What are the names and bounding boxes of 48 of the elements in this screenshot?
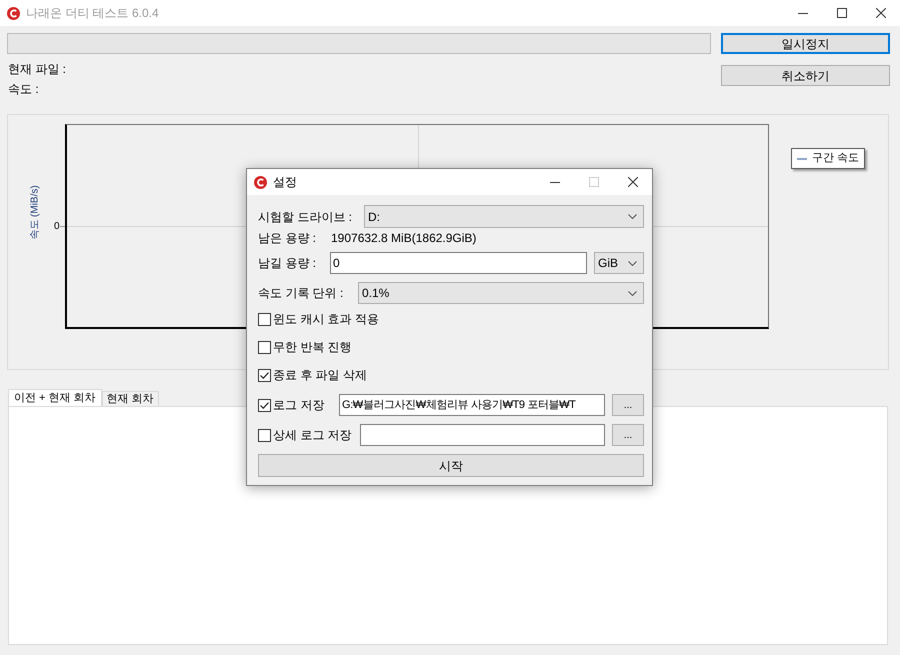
checkbox[interactable] [258,340,271,354]
close-icon [876,8,886,18]
checkbox[interactable] [258,368,271,382]
path-input-field[interactable] [360,424,605,446]
legend-label: 구간 속도 [812,151,860,166]
checkbox-label[interactable]: 상세 로그 저장 [273,426,352,444]
chevron-down-icon [628,290,637,296]
pause-button[interactable]: 일시정지 [721,33,890,54]
y-tick-mark [60,226,65,227]
field-label: 남은 용량 : [258,230,318,247]
status-label: 현재 파일 : [7,61,66,78]
cancel-button[interactable]: 취소하기 [721,65,890,86]
start-button[interactable]: 시작 [258,454,644,477]
tab[interactable]: 이전 + 현재 회차 [8,389,102,406]
field-label: 남길 용량 : [258,255,318,272]
drive-select[interactable]: D: [364,205,644,228]
checkbox-label[interactable]: 무한 반복 진행 [273,338,352,356]
minimize-icon [798,12,808,14]
y-axis-label: 속도 (MiB/s) [28,185,42,240]
checkbox-label[interactable]: 윈도 캐시 효과 적용 [273,310,380,328]
close-icon [628,177,638,187]
checkbox[interactable] [258,312,271,326]
unit-select[interactable]: GiB [594,252,644,274]
chevron-down-icon [628,260,637,266]
checkbox[interactable] [258,398,271,412]
maximize-icon [836,8,846,18]
checkbox[interactable] [258,428,271,442]
chevron-down-icon [628,214,637,219]
checkbox-label[interactable]: 로그 저장 [273,396,324,414]
checkmark-icon [260,372,269,378]
dialog-title: 설정 [273,174,297,191]
browse-button[interactable]: ... [612,424,644,446]
maximize-icon [588,177,598,187]
status-label: 속도 : [7,81,39,98]
browse-button[interactable]: ... [612,394,644,416]
path-input-field[interactable]: G:₩블러그사진₩체험리뷰 사용기₩T9 포터블₩T [339,394,605,416]
tab[interactable]: 현재 회차 [102,391,159,406]
checkmark-icon [260,402,269,408]
app-logo-icon [7,6,20,20]
input-field[interactable]: 0 [330,252,587,274]
free-space-value: 1907632.8 MiB(1862.9GiB) [331,230,476,247]
app-logo-icon [254,176,267,188]
field-label: 시험할 드라이브 : [258,208,354,226]
checkbox-label[interactable]: 종료 후 파일 삭제 [273,366,368,384]
log-unit-select[interactable]: 0.1% [358,282,644,304]
window-title: 나래온 더티 테스트 6.0.4 [26,5,159,22]
y-tick-label: 0 [54,220,60,232]
field-label: 속도 기록 단위 : [258,285,344,302]
